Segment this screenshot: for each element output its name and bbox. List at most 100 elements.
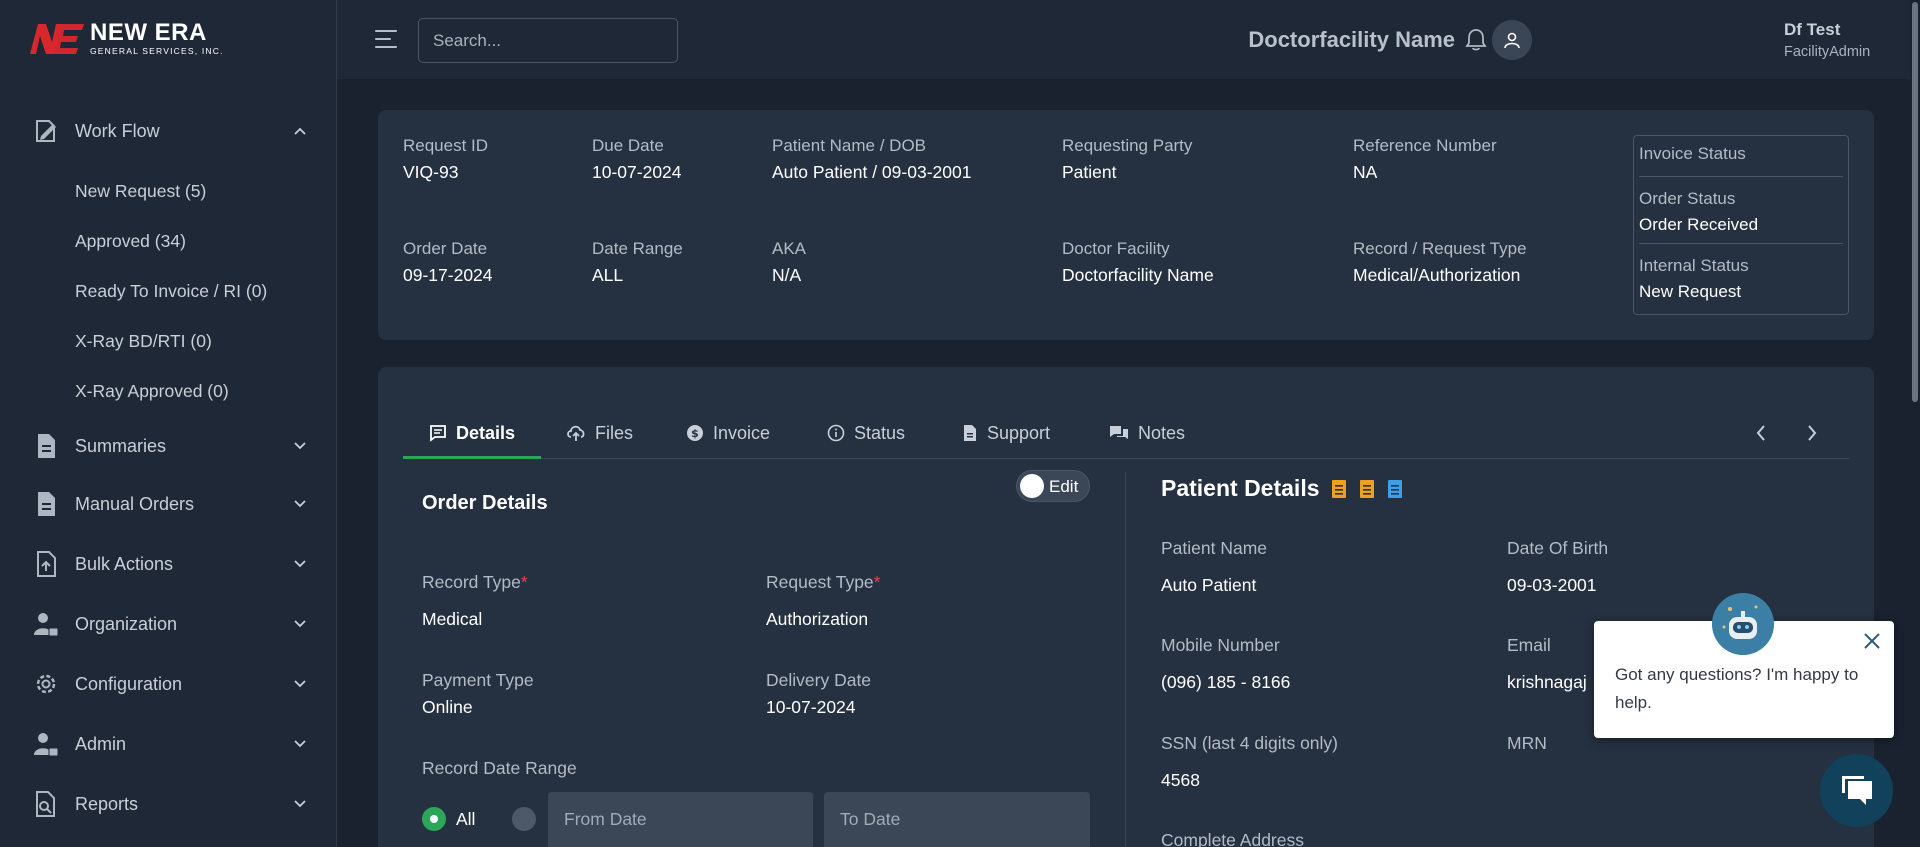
reference-number-label: Reference Number [1353,136,1497,155]
tab-notes[interactable]: Notes [1109,407,1185,459]
invoice-status-label: Invoice Status [1639,144,1746,163]
new-era-logo-mark [30,24,84,54]
brand-title: NEW ERA [90,18,207,46]
request-id-label: Request ID [403,136,489,155]
record-type-field: Record Type* Medical [422,572,528,630]
dollar-circle-icon: $ [687,425,703,441]
document-orange-icon[interactable] [1330,479,1348,499]
aka-field: AKA N/A [772,239,806,286]
tab-details[interactable]: Details [429,407,515,459]
file-icon [964,425,976,441]
edit-toggle[interactable]: Edit [1016,470,1090,502]
tab-label: Files [595,422,634,443]
chat-launcher-button[interactable] [1820,754,1893,827]
reference-number-value: NA [1353,162,1378,182]
patient-dob-value: Auto Patient / 09-03-2001 [772,162,972,182]
sidebar-group-label: Summaries [75,435,167,456]
patient-name-label: Patient Name [1161,538,1268,558]
info-circle-icon [827,424,845,442]
upload-file-icon [33,551,59,577]
to-date-input[interactable] [824,792,1090,847]
chevron-down-icon [293,617,307,631]
sidebar-group-bulk-actions[interactable]: Bulk Actions [0,534,337,594]
dob-value: 09-03-2001 [1507,575,1597,595]
sidebar-item-approved[interactable]: Approved (34) [0,216,337,266]
chevron-right-icon[interactable] [1800,421,1824,445]
doctor-facility-label: Doctor Facility [1062,239,1170,258]
requesting-party-field: Requesting Party Patient [1062,136,1192,183]
sidebar-group-label: Bulk Actions [75,553,174,574]
record-request-type-value: Medical/Authorization [1353,265,1521,285]
user-lock-icon [33,731,59,757]
tab-files[interactable]: Files [566,407,633,459]
record-date-range-field: Record Date Range [422,758,577,779]
delivery-date-label: Delivery Date [766,670,872,690]
edit-toggle-label: Edit [1049,477,1079,496]
menu-toggle-icon[interactable] [375,30,397,50]
chevron-left-icon[interactable] [1749,421,1773,445]
sidebar-item-xray-bd-rti[interactable]: X-Ray BD/RTI (0) [0,316,337,366]
close-icon[interactable] [1862,631,1882,651]
request-id-value: VIQ-93 [403,162,459,182]
sidebar-group-label: Manual Orders [75,493,195,514]
sidebar-group-organization[interactable]: Organization [0,594,337,654]
bell-icon[interactable] [1465,28,1487,52]
internal-status-label: Internal Status [1639,256,1749,275]
sidebar-item-ready-to-invoice[interactable]: Ready To Invoice / RI (0) [0,266,337,316]
details-card: Details Files $ Invoice Status Support N… [378,367,1874,847]
message-square-icon [430,425,446,442]
divider [1639,176,1843,177]
sidebar-group-configuration[interactable]: Configuration [0,654,337,714]
document-orange-icon[interactable] [1358,479,1376,499]
radio-all[interactable] [422,807,446,831]
sidebar-group-admin[interactable]: Admin [0,714,337,774]
sidebar-item-new-request[interactable]: New Request (5) [0,166,337,216]
order-date-value: 09-17-2024 [403,265,493,285]
toggle-knob [1020,474,1044,498]
brand-subtitle: GENERAL SERVICES, INC. [90,45,224,56]
report-search-icon [33,791,59,817]
patient-details-header: Patient Details [1161,475,1404,502]
sidebar-group-label: Admin [75,733,127,754]
page-scrollbar[interactable] [1910,0,1920,847]
dob-field: Date Of Birth 09-03-2001 [1507,538,1608,596]
user-avatar[interactable] [1492,20,1532,60]
document-blue-icon[interactable] [1386,479,1404,499]
email-label: Email [1507,635,1551,655]
robot-icon [1712,593,1774,655]
radio-custom-range[interactable] [512,807,536,831]
sidebar-group-label: Organization [75,613,178,634]
scrollbar-thumb[interactable] [1912,2,1918,402]
user-icon [1504,32,1520,49]
sidebar-item-xray-approved[interactable]: X-Ray Approved (0) [0,366,337,416]
brand-logo[interactable]: NEW ERA GENERAL SERVICES, INC. [28,20,224,56]
reference-number-field: Reference Number NA [1353,136,1497,183]
internal-status-value: New Request [1639,282,1742,301]
record-request-type-label: Record / Request Type [1353,239,1527,258]
record-type-label: Record Type [422,572,521,592]
from-date-input[interactable] [548,792,813,847]
tab-status[interactable]: Status [827,407,905,459]
divider [1639,243,1843,244]
tab-support[interactable]: Support [962,407,1050,459]
search-input[interactable] [418,18,678,63]
user-name[interactable]: Df Test [1784,20,1840,40]
radio-all-label: All [456,809,476,829]
active-tab-indicator [403,456,541,459]
sidebar-group-work-flow[interactable]: Work Flow [0,108,337,154]
requesting-party-value: Patient [1062,162,1117,182]
tab-label: Details [456,422,516,443]
chevron-up-icon [293,124,307,138]
dob-label: Date Of Birth [1507,538,1609,558]
order-date-field: Order Date 09-17-2024 [403,239,493,286]
request-type-field: Request Type* Authorization [766,572,880,630]
sidebar-group-reports[interactable]: Reports [0,774,337,834]
header-facility-name: Doctorfacility Name [1248,27,1455,52]
chat-icon [1841,775,1872,805]
sidebar: NEW ERA GENERAL SERVICES, INC. Work Flow… [0,0,337,847]
sidebar-group-manual-orders[interactable]: Manual Orders [0,474,337,534]
gear-icon [33,671,59,697]
chevron-down-icon [293,737,307,751]
tab-invoice[interactable]: $ Invoice [686,407,770,459]
sidebar-group-summaries[interactable]: Summaries [0,418,337,474]
